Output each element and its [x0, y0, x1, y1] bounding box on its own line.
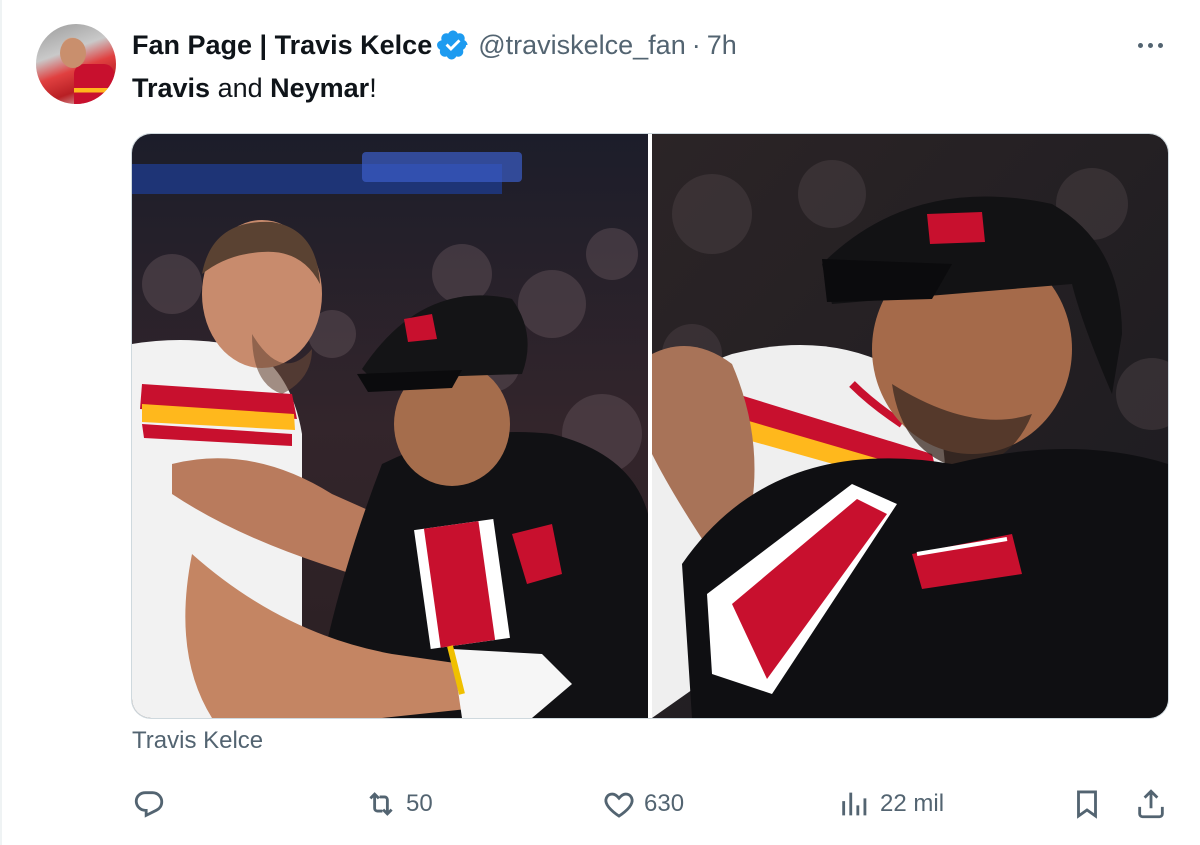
tweet-header: Fan Page | Travis Kelce @traviskelce_fan…	[132, 26, 737, 64]
text-and: and	[210, 73, 271, 103]
reply-icon	[134, 791, 164, 818]
timestamp[interactable]: 7h	[707, 30, 737, 61]
share-icon	[1138, 789, 1164, 819]
display-name[interactable]: Fan Page | Travis Kelce	[132, 30, 432, 61]
bookmark-button[interactable]	[1070, 780, 1104, 828]
retweet-icon	[369, 792, 393, 816]
retweet-button[interactable]: 50	[364, 780, 433, 828]
views-count: 22 mil	[880, 790, 945, 817]
bookmark-icon	[1077, 790, 1097, 819]
avatar-head	[60, 38, 86, 68]
views-button[interactable]: 22 mil	[838, 780, 944, 828]
photo-right[interactable]	[652, 134, 1168, 718]
avatar-jersey	[74, 64, 114, 104]
timeline-border	[0, 0, 2, 845]
media-grid	[131, 133, 1169, 719]
like-button[interactable]: 630	[602, 780, 684, 828]
views-icon	[842, 792, 867, 816]
verified-badge-icon[interactable]	[436, 28, 470, 62]
photo-left[interactable]	[132, 134, 648, 718]
separator-dot: ·	[691, 29, 701, 60]
mention-travis: Travis	[132, 73, 211, 103]
handle[interactable]: @traviskelce_fan	[478, 30, 686, 61]
action-bar: 50 630 22 mil	[0, 780, 1200, 828]
heart-icon	[604, 792, 634, 818]
text-exclaim: !	[369, 73, 377, 103]
share-button[interactable]	[1134, 780, 1168, 828]
tweet-text: Travis and Neymar!	[132, 70, 377, 106]
avatar[interactable]	[36, 24, 116, 104]
reply-button[interactable]	[132, 780, 174, 828]
mention-neymar: Neymar	[270, 73, 370, 103]
more-options-icon[interactable]	[1130, 28, 1170, 62]
like-count: 630	[644, 790, 685, 817]
retweet-count: 50	[406, 790, 433, 817]
media-caption[interactable]: Travis Kelce	[132, 727, 263, 755]
